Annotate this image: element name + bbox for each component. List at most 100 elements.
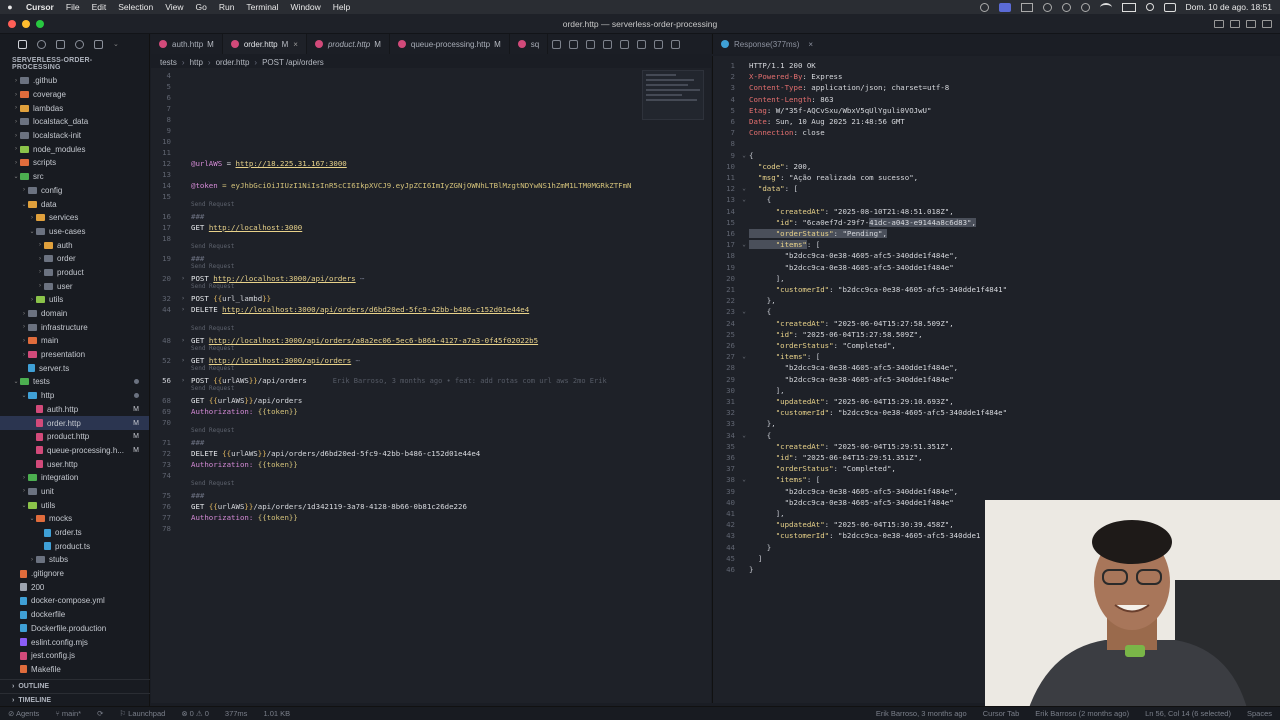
tree-file[interactable]: eslint.config.mjs [0, 635, 149, 649]
go-forward-icon[interactable] [620, 39, 630, 49]
fold-chevron-icon[interactable]: › [175, 275, 191, 282]
control-center-icon[interactable] [1163, 2, 1176, 12]
source-control-icon[interactable] [569, 39, 579, 49]
code-line[interactable]: 10 [151, 136, 641, 147]
menu-file[interactable]: File [60, 2, 86, 12]
code-line[interactable]: 9 [151, 125, 641, 136]
search-icon[interactable] [37, 39, 46, 49]
tree-folder[interactable]: › localstack_data [0, 115, 149, 129]
search-icon[interactable] [1145, 3, 1154, 11]
tree-file[interactable]: order.http M [0, 416, 149, 430]
status-response-size[interactable]: 1.01 KB [255, 709, 298, 718]
tree-folder[interactable]: › config [0, 184, 149, 198]
tree-file[interactable]: jest.config.js [0, 649, 149, 663]
code-line[interactable]: 16 ### [151, 211, 641, 222]
minimap[interactable] [642, 70, 704, 120]
tree-folder[interactable]: › services [0, 211, 149, 225]
status-icon-4[interactable] [1042, 2, 1052, 12]
tree-folder[interactable]: › .github [0, 74, 149, 88]
tab-file[interactable]: order.http M × [222, 34, 307, 54]
go-back-icon[interactable] [603, 39, 613, 49]
tree-folder[interactable]: › auth [0, 238, 149, 252]
tree-folder[interactable]: › user [0, 279, 149, 293]
send-request-codelens[interactable]: Send Request [191, 427, 234, 434]
status-response-time[interactable]: 377ms [217, 709, 256, 718]
status-agents[interactable]: ⊘ Agents [0, 709, 47, 718]
status-icon-2[interactable] [998, 2, 1011, 12]
code-editor[interactable]: 4 5 6 7 8 9 10 11 12 @urlAWS = http://18.225.31.1… [151, 68, 711, 703]
tree-folder[interactable]: › domain [0, 307, 149, 321]
more-icon[interactable] [671, 39, 681, 49]
tab-file[interactable]: queue-processing.http M [390, 34, 510, 54]
status-icon-1[interactable] [979, 2, 989, 12]
tree-folder[interactable]: › infrastructure [0, 320, 149, 334]
source-control-icon[interactable] [56, 39, 65, 49]
outline-panel-header[interactable]: › OUTLINE [0, 679, 150, 693]
code-line[interactable]: 4 [151, 70, 641, 81]
fold-chevron-icon[interactable]: › [175, 377, 191, 384]
split-editor-icon[interactable] [552, 39, 562, 49]
code-line[interactable]: 75 ### [151, 490, 641, 501]
code-line[interactable]: 68 GET {{urlAWS}}/api/orders [151, 395, 641, 406]
tree-folder[interactable]: ⌄ tests [0, 375, 149, 389]
fold-chevron-icon[interactable]: ⌄ [739, 308, 749, 315]
tree-folder[interactable]: ⌄ mocks [0, 512, 149, 526]
code-line[interactable]: 32 › POST {{url_lambd}} [151, 293, 641, 304]
files-icon[interactable] [18, 39, 27, 49]
menu-view[interactable]: View [159, 2, 189, 12]
code-line[interactable]: 12 @urlAWS = http://18.225.31.167:3000 [151, 158, 641, 169]
tree-folder[interactable]: › node_modules [0, 142, 149, 156]
code-line[interactable]: 72 DELETE {{urlAWS}}/api/orders/d6bd20ed-… [151, 448, 641, 459]
code-line[interactable]: 13 [151, 169, 641, 180]
breadcrumb-item-http[interactable]: http [190, 58, 203, 67]
menu-help[interactable]: Help [327, 2, 356, 12]
close-icon[interactable]: × [808, 40, 813, 49]
tree-folder[interactable]: › stubs [0, 553, 149, 567]
play-icon[interactable] [1080, 2, 1090, 12]
code-line[interactable]: 8 [151, 114, 641, 125]
tree-folder[interactable]: ⌄ http [0, 389, 149, 403]
tab-file[interactable]: auth.http M [151, 34, 223, 54]
code-line[interactable]: 78 [151, 523, 641, 534]
tree-folder[interactable]: › scripts [0, 156, 149, 170]
menubar-clock[interactable]: Dom. 10 de ago. 18:51 [1186, 2, 1272, 12]
fold-chevron-icon[interactable]: ⌄ [739, 432, 749, 439]
tree-file[interactable]: queue-processing.h... M [0, 444, 149, 458]
status-problems[interactable]: ⊗ 0 ⚠ 0 [173, 709, 217, 718]
tree-file[interactable]: product.ts [0, 539, 149, 553]
menu-app-name[interactable]: Cursor [20, 2, 60, 12]
fold-chevron-icon[interactable]: › [175, 337, 191, 344]
tree-file[interactable]: auth.http M [0, 403, 149, 417]
explorer-root-folder[interactable]: SERVERLESS-ORDER-PROCESSING [0, 54, 149, 74]
status-indentation[interactable]: Spaces [1239, 709, 1280, 718]
tree-file[interactable]: 200 [0, 580, 149, 594]
menu-window[interactable]: Window [285, 2, 327, 12]
tree-folder[interactable]: ⌄ utils [0, 498, 149, 512]
extensions-icon[interactable] [94, 39, 103, 49]
status-cursor-position[interactable]: Ln 56, Col 14 (6 selected) [1137, 709, 1239, 718]
undo-icon[interactable] [586, 39, 596, 49]
tree-folder[interactable]: › presentation [0, 348, 149, 362]
tree-file[interactable]: user.http [0, 457, 149, 471]
send-request-codelens[interactable]: Send Request [191, 325, 234, 332]
breadcrumb-item-file[interactable]: order.http [216, 58, 250, 67]
layout-icon[interactable] [654, 39, 664, 49]
tree-file[interactable]: Makefile [0, 663, 149, 677]
code-line[interactable]: 71 ### [151, 437, 641, 448]
tree-folder[interactable]: › coverage [0, 88, 149, 102]
menu-selection[interactable]: Selection [112, 2, 159, 12]
tab-response[interactable]: Response(377ms) × [713, 40, 821, 49]
run-debug-icon[interactable] [75, 39, 84, 49]
tree-file[interactable]: docker-compose.yml [0, 594, 149, 608]
send-request-codelens[interactable]: Send Request [191, 365, 234, 372]
status-sync[interactable]: ⟳ [89, 709, 111, 718]
close-icon[interactable]: × [293, 40, 298, 49]
code-line[interactable]: 14 @token = eyJhbGciOiJIUzI1NiIsInR5cCI6I… [151, 180, 641, 191]
run-icon[interactable] [637, 39, 647, 49]
status-icon-3[interactable] [1020, 2, 1033, 12]
status-icon-5[interactable] [1061, 2, 1071, 12]
tree-file[interactable]: dockerfile [0, 608, 149, 622]
menu-run[interactable]: Run [213, 2, 241, 12]
status-blame-2[interactable]: Erik Barroso (2 months ago) [1027, 709, 1137, 718]
code-line[interactable]: 69 Authorization: {{token}} [151, 406, 641, 417]
